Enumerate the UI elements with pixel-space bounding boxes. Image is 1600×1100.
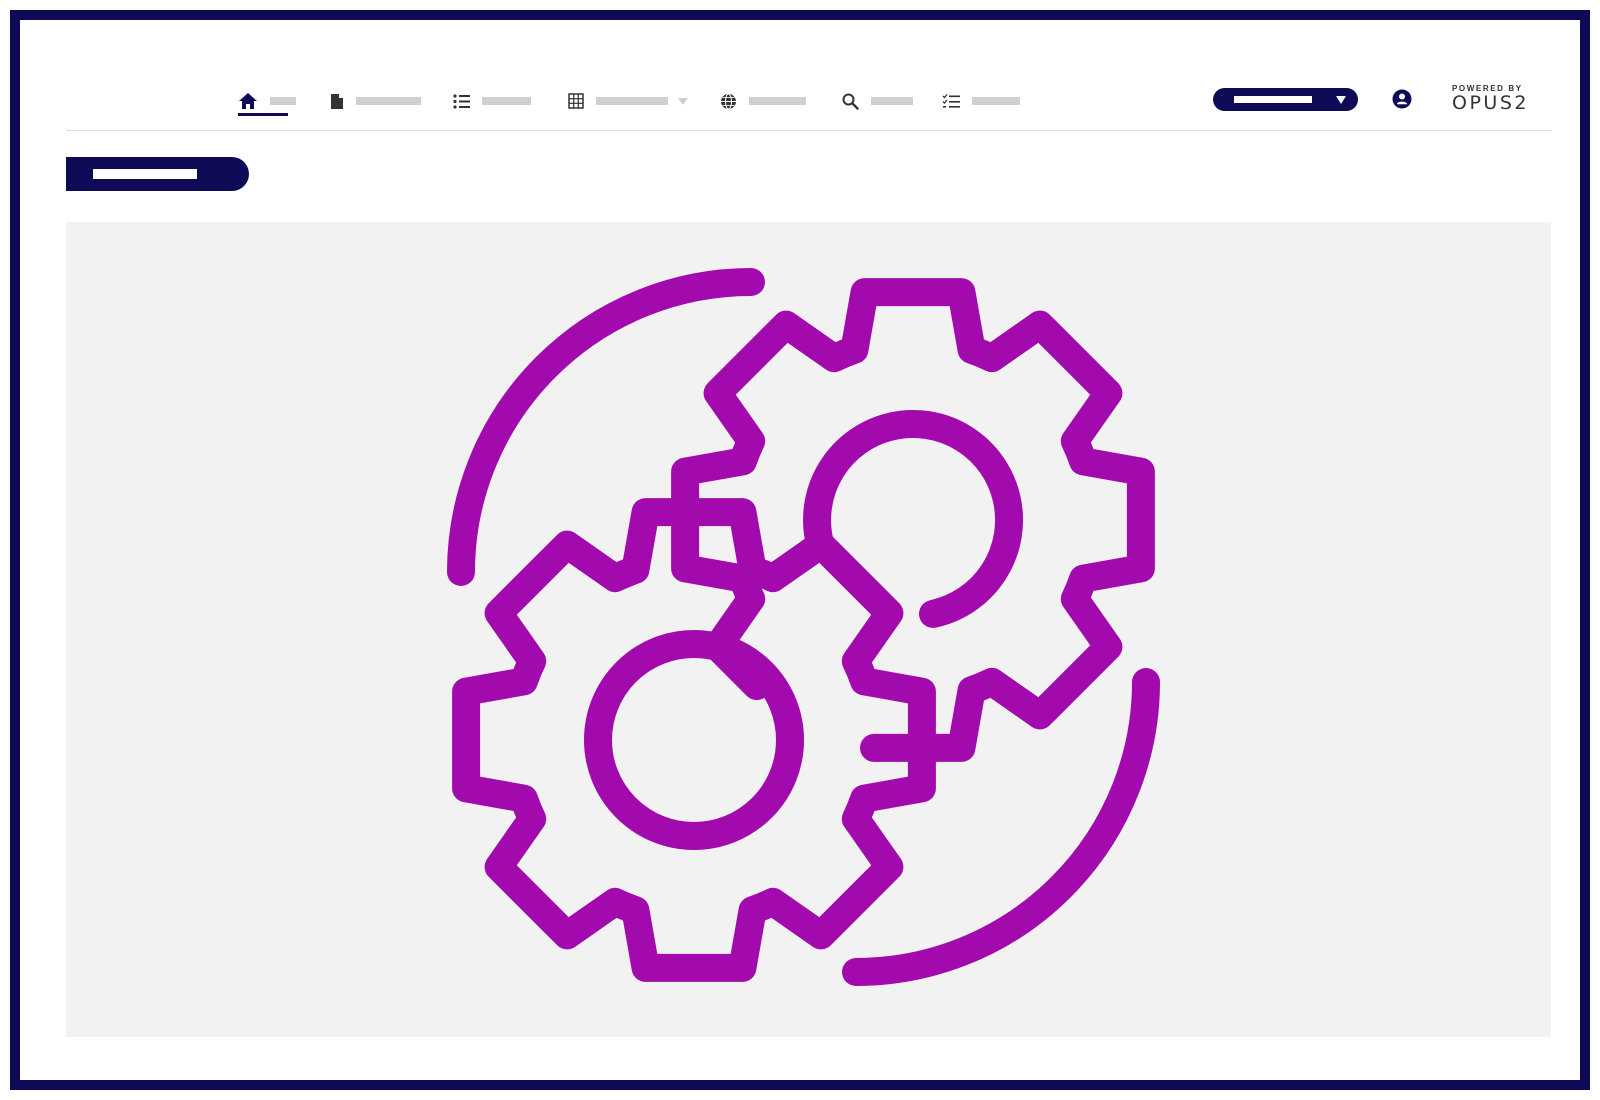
nav-item-home[interactable] — [238, 90, 296, 112]
cycle-arc-bottom-right — [842, 668, 1160, 986]
page-title — [66, 157, 249, 191]
search-icon — [842, 93, 859, 110]
workspace-dropdown[interactable] — [1213, 88, 1358, 111]
header-divider — [66, 130, 1551, 131]
nav-item-grid[interactable] — [568, 90, 688, 112]
chevron-down-icon — [1336, 96, 1346, 104]
nav-label-placeholder — [871, 97, 913, 105]
brand-logo: POWERED BY OPUS2 — [1452, 84, 1542, 113]
nav-item-lists[interactable] — [453, 90, 531, 112]
document-icon — [331, 93, 343, 109]
globe-icon — [721, 93, 736, 109]
nav-item-tasks[interactable] — [942, 90, 1020, 112]
nav-label-placeholder — [972, 97, 1020, 105]
user-icon — [1392, 89, 1412, 109]
nav-label-placeholder — [356, 97, 421, 105]
chevron-down-icon — [678, 97, 688, 105]
nav-label-placeholder — [596, 97, 668, 105]
grid-icon — [568, 93, 584, 109]
home-icon — [239, 93, 257, 109]
nav-label-placeholder — [482, 97, 531, 105]
checklist-icon — [942, 93, 960, 108]
page-title-placeholder — [93, 169, 197, 179]
dropdown-label-placeholder — [1234, 96, 1312, 103]
nav-item-search[interactable] — [842, 90, 913, 112]
nav-label-placeholder — [270, 97, 296, 105]
gears-icon — [447, 268, 1160, 986]
nav-label-placeholder — [749, 97, 806, 105]
list-icon — [453, 93, 470, 109]
cycle-arc-top-left — [447, 268, 765, 586]
nav-item-documents[interactable] — [330, 90, 421, 112]
app-window: POWERED BY OPUS2 — [10, 10, 1590, 1090]
content-panel — [66, 222, 1551, 1037]
brand-name: OPUS2 — [1452, 92, 1529, 114]
nav-active-indicator — [238, 113, 288, 116]
user-avatar-button[interactable] — [1392, 89, 1412, 114]
nav-item-globe[interactable] — [720, 90, 806, 112]
